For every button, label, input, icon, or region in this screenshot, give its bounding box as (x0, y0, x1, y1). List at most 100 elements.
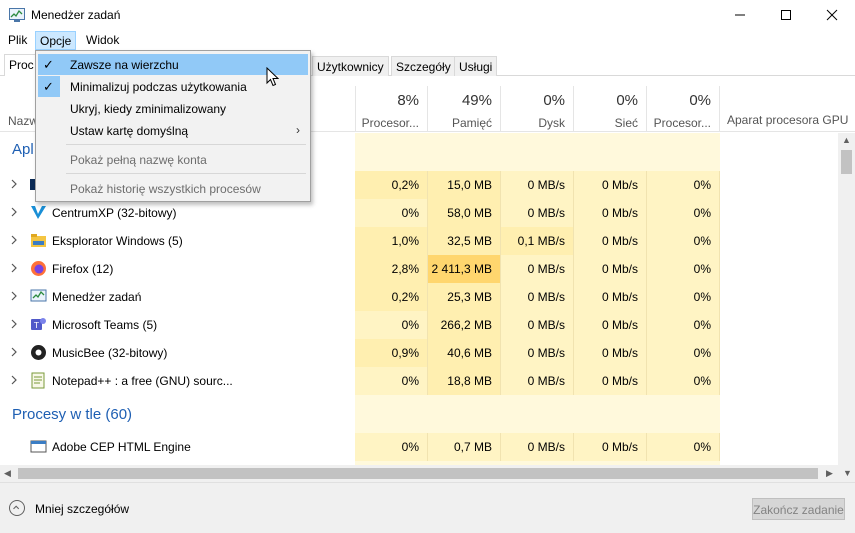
chevron-up-circle-icon[interactable] (9, 500, 25, 516)
minimize-icon (735, 14, 745, 16)
column-gpu-engine-header[interactable]: Aparat procesora GPU (727, 113, 848, 127)
minimize-button[interactable] (717, 0, 763, 30)
folder-icon (30, 232, 47, 249)
menu-file[interactable]: Plik (4, 31, 31, 50)
column-network-header[interactable]: 0% Sieć (574, 86, 647, 132)
table-row[interactable]: Menedżer zadań 0,2% 25,3 MB 0 MB/s 0 Mb/… (0, 283, 838, 311)
close-icon (826, 9, 838, 21)
table-row[interactable]: CentrumXP (32-bitowy) 0% 58,0 MB 0 MB/s … (0, 199, 838, 227)
menu-item-set-default-tab[interactable]: Ustaw kartę domyślną › (38, 120, 308, 141)
menu-item-label: Ukryj, kiedy zminimalizowany (70, 102, 227, 116)
memory-value: 2 411,3 MB (428, 255, 501, 283)
column-cpu-header[interactable]: 8% Procesor... (355, 86, 428, 132)
process-name: Microsoft Teams (5) (52, 318, 158, 332)
chevron-right-icon[interactable] (9, 263, 19, 273)
centrumxp-icon (30, 204, 47, 221)
close-button[interactable] (809, 0, 855, 30)
column-name-header[interactable]: Nazw (8, 114, 38, 128)
process-name: CentrumXP (32-bitowy) (52, 206, 177, 220)
table-row[interactable]: Firefox (12) 2,8% 2 411,3 MB 0 MB/s 0 Mb… (0, 255, 838, 283)
chevron-right-icon[interactable] (9, 291, 19, 301)
tab-services[interactable]: Usługi (454, 56, 498, 76)
scroll-right-icon[interactable]: ▶ (826, 468, 833, 479)
network-value: 0 Mb/s (574, 311, 647, 339)
cpu-value: 0% (355, 199, 428, 227)
firefox-icon (30, 260, 47, 277)
scroll-down-icon[interactable]: ▼ (843, 468, 852, 478)
memory-label: Pamięć (451, 116, 492, 130)
cpu-total: 8% (397, 92, 419, 109)
menu-item-show-history: Pokaż historię wszystkich procesów (38, 178, 308, 199)
horizontal-scrollbar[interactable]: ◀ ▶ ▼ (0, 465, 855, 482)
menu-separator (66, 144, 306, 145)
scroll-up-icon[interactable]: ▲ (842, 135, 851, 145)
memory-value: 0,7 MB (428, 433, 501, 461)
window-icon (30, 438, 47, 455)
cpu-label: Procesor... (361, 116, 419, 130)
memory-total: 49% (461, 92, 492, 109)
fewer-details-link[interactable]: Mniej szczegółów (35, 502, 129, 516)
end-task-button[interactable]: Zakończ zadanie (752, 498, 845, 520)
disk-value: 0 MB/s (501, 199, 574, 227)
chevron-right-icon[interactable] (9, 235, 19, 245)
vertical-scrollbar[interactable]: ▲ (838, 133, 855, 465)
tab-users[interactable]: Użytkownicy (312, 56, 389, 76)
disk-value: 0 MB/s (501, 339, 574, 367)
network-value: 0 Mb/s (574, 367, 647, 395)
title-bar: Menedżer zadań (0, 0, 855, 30)
memory-value: 266,2 MB (428, 311, 501, 339)
table-row[interactable]: Eksplorator Windows (5) 1,0% 32,5 MB 0,1… (0, 227, 838, 255)
process-name: Menedżer zadań (52, 290, 142, 304)
menu-item-label: Pokaż pełną nazwę konta (70, 153, 207, 167)
gpu-value: 0% (647, 433, 720, 461)
table-row[interactable]: T Microsoft Teams (5) 0% 266,2 MB 0 MB/s… (0, 311, 838, 339)
process-name: Notepad++ : a free (GNU) sourc... (52, 374, 233, 388)
table-row[interactable]: MusicBee (32-bitowy) 0,9% 40,6 MB 0 MB/s… (0, 339, 838, 367)
checkmark-icon: ✓ (43, 79, 54, 94)
memory-value: 58,0 MB (428, 199, 501, 227)
tab-details[interactable]: Szczegóły (391, 56, 456, 76)
group-apps-title: Apl (12, 141, 34, 158)
memory-value: 32,5 MB (428, 227, 501, 255)
column-memory-header[interactable]: 49% Pamięć (428, 86, 501, 132)
process-name: MusicBee (32-bitowy) (52, 346, 168, 360)
svg-text:T: T (33, 321, 39, 330)
maximize-icon (781, 10, 791, 20)
chevron-right-icon[interactable] (9, 207, 19, 217)
chevron-right-icon[interactable] (9, 179, 19, 189)
horizontal-scroll-thumb[interactable] (18, 468, 818, 479)
column-gpu-header[interactable]: 0% Procesor... (647, 86, 720, 132)
chevron-right-icon[interactable] (9, 347, 19, 357)
gpu-value: 0% (647, 199, 720, 227)
disk-value: 0 MB/s (501, 255, 574, 283)
network-value: 0 Mb/s (574, 339, 647, 367)
network-label: Sieć (614, 116, 638, 130)
gpu-value: 0% (647, 171, 720, 199)
process-name: Eksplorator Windows (5) (52, 234, 183, 248)
cpu-value: 0% (355, 367, 428, 395)
table-row[interactable]: Notepad++ : a free (GNU) sourc... 0% 18,… (0, 367, 838, 395)
menu-separator (66, 173, 306, 174)
disk-value: 0,1 MB/s (501, 227, 574, 255)
column-disk-header[interactable]: 0% Dysk (501, 86, 574, 132)
tab-processes[interactable]: Proc (4, 54, 38, 76)
cpu-value: 0% (355, 311, 428, 339)
gpu-value: 0% (647, 255, 720, 283)
menu-options[interactable]: Opcje (35, 31, 77, 50)
table-row[interactable]: Adobe CEP HTML Engine 0% 0,7 MB 0 MB/s 0… (0, 433, 838, 461)
chevron-right-icon[interactable] (9, 375, 19, 385)
network-value: 0 Mb/s (574, 255, 647, 283)
vertical-scroll-thumb[interactable] (841, 150, 852, 174)
disk-value: 0 MB/s (501, 171, 574, 199)
disk-label: Dysk (538, 116, 565, 130)
menu-view[interactable]: Widok (82, 31, 123, 50)
gpu-value: 0% (647, 311, 720, 339)
maximize-button[interactable] (763, 0, 809, 30)
scroll-left-icon[interactable]: ◀ (4, 468, 11, 479)
network-value: 0 Mb/s (574, 171, 647, 199)
gpu-value: 0% (647, 227, 720, 255)
menu-item-hide-when-minimized[interactable]: Ukryj, kiedy zminimalizowany (38, 98, 308, 119)
group-background[interactable]: Procesy w tle (60) (0, 403, 838, 431)
process-name: Adobe CEP HTML Engine (52, 440, 191, 454)
chevron-right-icon[interactable] (9, 319, 19, 329)
